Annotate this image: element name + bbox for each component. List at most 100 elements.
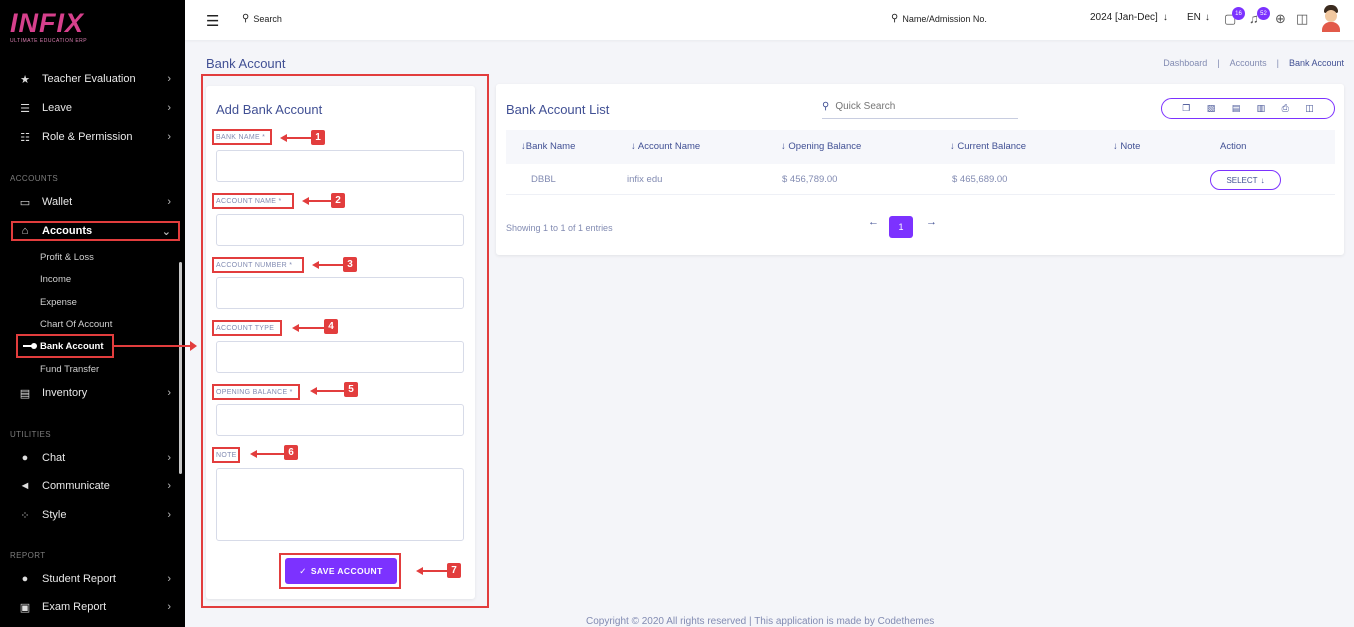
avatar[interactable]: [1321, 4, 1341, 32]
sidebar-item-role-permission[interactable]: ☷ Role & Permission ›: [0, 125, 185, 149]
section-label-report: REPORT: [10, 551, 46, 560]
table-header: ↓Bank Name ↓ Account Name ↓ Opening Bala…: [506, 130, 1335, 164]
chevron-right-icon: ›: [167, 573, 171, 585]
sidebar-subitem-fund-transfer[interactable]: Fund Transfer: [40, 364, 99, 375]
opening-balance-input[interactable]: [216, 404, 464, 436]
col-bank-name[interactable]: ↓Bank Name: [521, 141, 575, 152]
col-account-name[interactable]: ↓ Account Name: [631, 141, 700, 152]
col-opening-balance[interactable]: ↓ Opening Balance: [781, 141, 861, 152]
bank-name-input[interactable]: [216, 150, 464, 182]
col-label: Note: [1120, 141, 1141, 152]
apps-icon[interactable]: ◫: [1296, 11, 1308, 27]
cell-current-balance: $ 465,689.00: [952, 174, 1008, 185]
save-account-button[interactable]: ✓ SAVE ACCOUNT: [285, 558, 397, 584]
col-label: Bank Name: [525, 141, 576, 152]
sidebar-item-label: Exam Report: [42, 601, 107, 613]
app-logo[interactable]: INFIX ULTIMATE EDUCATION ERP: [10, 9, 87, 44]
sidebar-scrollbar[interactable]: [179, 262, 182, 474]
sidebar-item-leave[interactable]: ☰ Leave ›: [0, 96, 185, 120]
callout-4: 4: [324, 319, 338, 334]
annotation-arrow-line: [254, 453, 284, 455]
annotation-box-label: [212, 320, 282, 336]
breadcrumb-separator: |: [1276, 58, 1279, 68]
sidebar-item-wallet[interactable]: ▭ Wallet ›: [0, 190, 185, 214]
chevron-right-icon: ›: [167, 102, 171, 114]
breadcrumb-dashboard[interactable]: Dashboard: [1163, 58, 1207, 68]
columns-icon[interactable]: ◫: [1305, 103, 1314, 114]
name-admission-search[interactable]: ⚲ Name/Admission No.: [891, 13, 987, 24]
sidebar-item-label: Inventory: [42, 387, 88, 399]
table-info: Showing 1 to 1 of 1 entries: [506, 223, 613, 233]
search-icon: ⚲: [891, 13, 899, 24]
chevron-right-icon: ›: [167, 509, 171, 521]
account-number-input[interactable]: [216, 277, 464, 309]
sidebar-subitem-income[interactable]: Income: [40, 274, 71, 285]
sidebar-item-style[interactable]: ⁘ Style ›: [0, 503, 185, 527]
section-label-utilities: UTILITIES: [10, 430, 51, 439]
sidebar-item-inventory[interactable]: ▤ Inventory ›: [0, 381, 185, 405]
sidebar-subitem-chart-of-account[interactable]: Chart Of Account: [40, 319, 112, 330]
breadcrumb-accounts[interactable]: Accounts: [1230, 58, 1267, 68]
annotation-arrow-line: [316, 264, 344, 266]
annotation-box-label: [212, 129, 272, 145]
select-label: SELECT: [1226, 175, 1258, 185]
notification-badge: 52: [1257, 7, 1270, 20]
leave-icon: ☰: [20, 102, 30, 115]
annotation-arrow-line: [114, 345, 192, 347]
globe-icon[interactable]: ⊕: [1275, 11, 1286, 27]
chevron-right-icon: ›: [167, 131, 171, 143]
menu-icon[interactable]: ☰: [206, 12, 219, 30]
section-label-accounts: ACCOUNTS: [10, 174, 59, 183]
chat-badge: 16: [1232, 7, 1245, 20]
sidebar-item-exam-report[interactable]: ▣ Exam Report ›: [0, 595, 185, 619]
name-admission-label: Name/Admission No.: [902, 13, 987, 24]
callout-1: 1: [311, 130, 325, 145]
copy-icon[interactable]: ❐: [1182, 103, 1190, 114]
callout-6: 6: [284, 445, 298, 460]
annotation-box-label: [212, 193, 294, 209]
role-icon: ☷: [20, 131, 30, 144]
chat-icon: ●: [21, 452, 29, 464]
quick-search-field[interactable]: ⚲: [822, 94, 1018, 119]
chevron-right-icon: ›: [167, 73, 171, 85]
style-icon: ⁘: [20, 509, 30, 522]
megaphone-icon: ◄: [19, 480, 31, 492]
quick-search-input[interactable]: [835, 100, 1006, 112]
academic-year-select[interactable]: 2024 [Jan-Dec] ↓: [1090, 12, 1168, 23]
chevron-right-icon: ›: [167, 387, 171, 399]
search-label: Search: [253, 13, 282, 24]
sidebar-item-communicate[interactable]: ◄ Communicate ›: [0, 474, 185, 498]
sidebar-item-teacher-evaluation[interactable]: ★ Teacher Evaluation ›: [0, 67, 185, 91]
annotation-box-bank-account: [16, 334, 114, 358]
csv-icon[interactable]: ▤: [1232, 103, 1241, 114]
cell-opening-balance: $ 456,789.00: [782, 174, 838, 185]
annotation-box-label: [212, 384, 300, 400]
sidebar-item-student-report[interactable]: ● Student Report ›: [0, 567, 185, 591]
sidebar-subitem-expense[interactable]: Expense: [40, 297, 77, 308]
excel-icon[interactable]: ▧: [1207, 103, 1216, 114]
row-action-select[interactable]: SELECT ↓: [1210, 170, 1281, 190]
account-name-input[interactable]: [216, 214, 464, 246]
report-icon: ▣: [19, 601, 31, 614]
sidebar-item-label: Wallet: [42, 196, 73, 208]
language-select[interactable]: EN ↓: [1187, 12, 1210, 23]
breadcrumb-current: Bank Account: [1288, 58, 1344, 68]
search-trigger[interactable]: ⚲ Search: [242, 13, 282, 24]
print-icon[interactable]: ⎙: [1282, 103, 1289, 114]
account-type-input[interactable]: [216, 341, 464, 373]
sidebar-item-label: Leave: [42, 102, 72, 114]
col-current-balance[interactable]: ↓ Current Balance: [950, 141, 1026, 152]
sidebar-item-label: Teacher Evaluation: [42, 73, 136, 85]
annotation-arrow-line: [284, 137, 312, 139]
sidebar-item-chat[interactable]: ● Chat ›: [0, 446, 185, 470]
col-note[interactable]: ↓ Note: [1113, 141, 1140, 152]
annotation-box-label: [212, 447, 240, 463]
note-textarea[interactable]: [216, 468, 464, 541]
pagination-current[interactable]: 1: [889, 216, 913, 238]
star-icon: ★: [20, 73, 30, 86]
prev-page-arrow-icon[interactable]: ←: [868, 216, 879, 228]
page-title: Bank Account: [206, 56, 286, 71]
pdf-icon[interactable]: ▥: [1257, 103, 1266, 114]
next-page-arrow-icon[interactable]: →: [926, 216, 937, 228]
sidebar-subitem-profit-loss[interactable]: Profit & Loss: [40, 252, 94, 263]
